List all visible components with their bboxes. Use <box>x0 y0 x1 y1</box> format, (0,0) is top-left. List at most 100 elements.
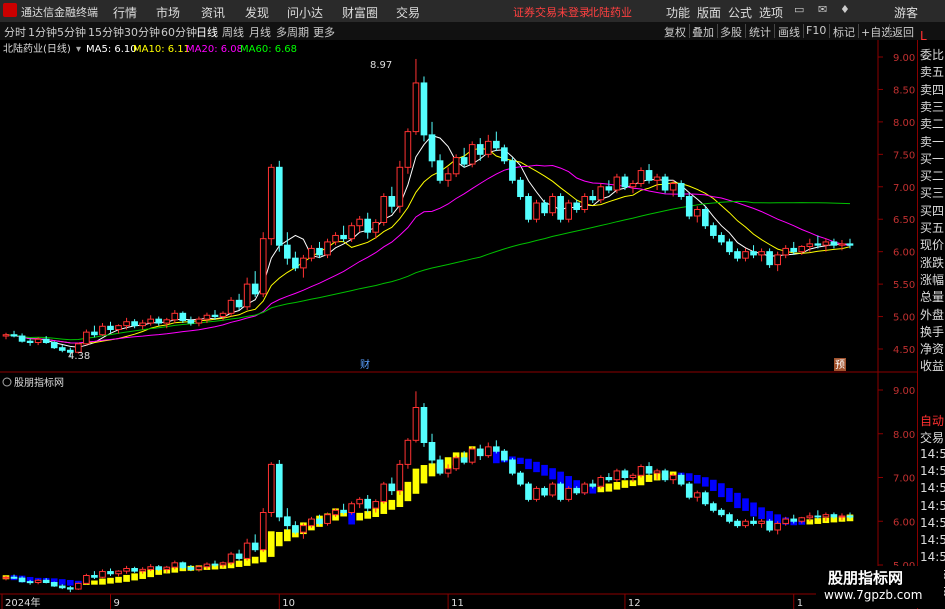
trade-tick-label: 14:56 <box>920 533 945 548</box>
quote-label: 买五 <box>920 221 945 235</box>
candle-body <box>267 166 275 240</box>
candle-body <box>91 331 98 336</box>
candle-body <box>637 170 645 185</box>
cai-marker[interactable]: 财 <box>360 358 370 371</box>
signal-bar <box>726 488 733 502</box>
candle-body <box>436 160 444 181</box>
candle-body <box>155 318 163 324</box>
ma-dropdown-icon[interactable]: ▾ <box>76 44 81 55</box>
indicator-candle-body <box>541 487 548 496</box>
signal-bar <box>750 502 757 517</box>
indicator-candle-body <box>420 407 428 443</box>
date-tick-label: 12 <box>628 598 641 609</box>
trade-tick-label: 14:56 <box>920 515 945 530</box>
candle-body <box>501 147 508 162</box>
candle-body <box>557 196 564 220</box>
candle-body <box>412 82 420 133</box>
candle-body <box>2 334 10 337</box>
candle-body <box>420 82 428 136</box>
indicator-candle-body <box>356 498 363 505</box>
candle-body <box>517 179 524 198</box>
quote-label: L <box>920 29 927 43</box>
indicator-candle-body <box>484 446 492 457</box>
candle-body <box>340 234 347 240</box>
quote-label: 卖四 <box>920 82 945 97</box>
indicator-candle-body <box>830 514 838 518</box>
trade-tick-label: 14:56 <box>920 481 945 496</box>
indicator-candle-body <box>838 515 846 518</box>
indicator-candle-body <box>227 553 235 564</box>
indicator-candle-body <box>468 448 476 463</box>
candle-body <box>774 254 781 266</box>
quote-label: 卖五 <box>920 65 945 80</box>
indicator-candle-body <box>2 576 10 579</box>
quote-label: 买一 <box>920 151 945 166</box>
indicator-candle-body <box>685 483 693 498</box>
indicator-candle-body <box>726 514 733 522</box>
candle-body <box>581 196 589 210</box>
candle-body <box>533 202 540 220</box>
date-tick-label: 1 <box>797 598 803 609</box>
candle-body <box>685 196 693 217</box>
candle-body <box>814 243 822 246</box>
main-y-tick-label: 7.00 <box>893 183 915 194</box>
candle-body <box>549 196 556 214</box>
indicator-candle-body <box>798 517 806 522</box>
indicator-candle-body <box>163 566 171 570</box>
indicator-candle-body <box>243 542 251 559</box>
yu-marker[interactable]: 预 <box>835 359 845 371</box>
signal-bar <box>702 477 709 487</box>
quote-label: 卖二 <box>920 117 945 132</box>
candle-body <box>613 176 621 191</box>
candle-body <box>275 166 283 246</box>
signal-bar <box>758 507 765 519</box>
quote-label: 涨跌 <box>920 255 945 270</box>
signal-bar <box>284 529 291 542</box>
candle-body <box>661 176 669 191</box>
signal-bar <box>734 492 741 509</box>
indicator-candle-body <box>621 470 629 478</box>
candle-body <box>758 251 765 256</box>
signal-bar <box>356 512 363 521</box>
indicator-candle-body <box>822 514 830 518</box>
indicator-candle-body <box>259 512 267 551</box>
trade-tick-label: 14:56 <box>920 446 945 461</box>
candle-body <box>227 299 235 314</box>
indicator-candle-body <box>107 571 114 575</box>
indicator-candle-body <box>436 459 444 474</box>
signal-bar <box>613 482 621 490</box>
indicator-candle-body <box>42 579 50 583</box>
candle-body <box>203 314 211 320</box>
candle-body <box>629 183 637 188</box>
trade-tick-label: 14:56 <box>920 498 945 513</box>
candle-body <box>766 251 773 266</box>
candle-body <box>292 257 299 269</box>
indicator-candle-body <box>460 457 468 463</box>
quote-label: 买四 <box>920 203 945 218</box>
indicator-candle-body <box>316 518 323 524</box>
sub-y-tick-label: 7.00 <box>893 474 915 485</box>
candle-body <box>806 243 814 247</box>
signal-bar <box>251 556 259 564</box>
quote-label: 外盘 <box>920 307 945 322</box>
kline-chart-area[interactable]: 9.00 8.50 8.00 7.50 7.00 6.50 6.00 5.50 5.00 4.50… <box>0 0 917 609</box>
indicator-candle-body <box>211 563 219 566</box>
indicator-candle-body <box>718 509 725 516</box>
quote-label: 卖一 <box>920 134 945 149</box>
candle-body <box>284 244 291 259</box>
indicator-candle-body <box>155 566 163 570</box>
candle-body <box>710 225 717 236</box>
quote-label: 卖三 <box>920 99 945 114</box>
indicator-candle-body <box>613 470 621 481</box>
signal-bar <box>66 579 74 586</box>
indicator-candle-body <box>428 442 436 461</box>
trade-tick-label: 14:56 <box>920 550 945 565</box>
indicator-candle-body <box>846 515 854 518</box>
indicator-candle-body <box>629 474 637 478</box>
indicator-candle-body <box>18 577 26 583</box>
candle-body <box>734 251 741 259</box>
quote-side-panel: L 委比 卖五 卖四 卖三 卖二 卖一 买一 买二 买三 买四 买五 现价 涨跌 涨幅 总量 外盘 换手 净资 收益自… <box>917 29 945 609</box>
indicator-candle-body <box>58 585 66 589</box>
candle-body <box>476 144 484 155</box>
indicator-candle-body <box>267 463 275 513</box>
